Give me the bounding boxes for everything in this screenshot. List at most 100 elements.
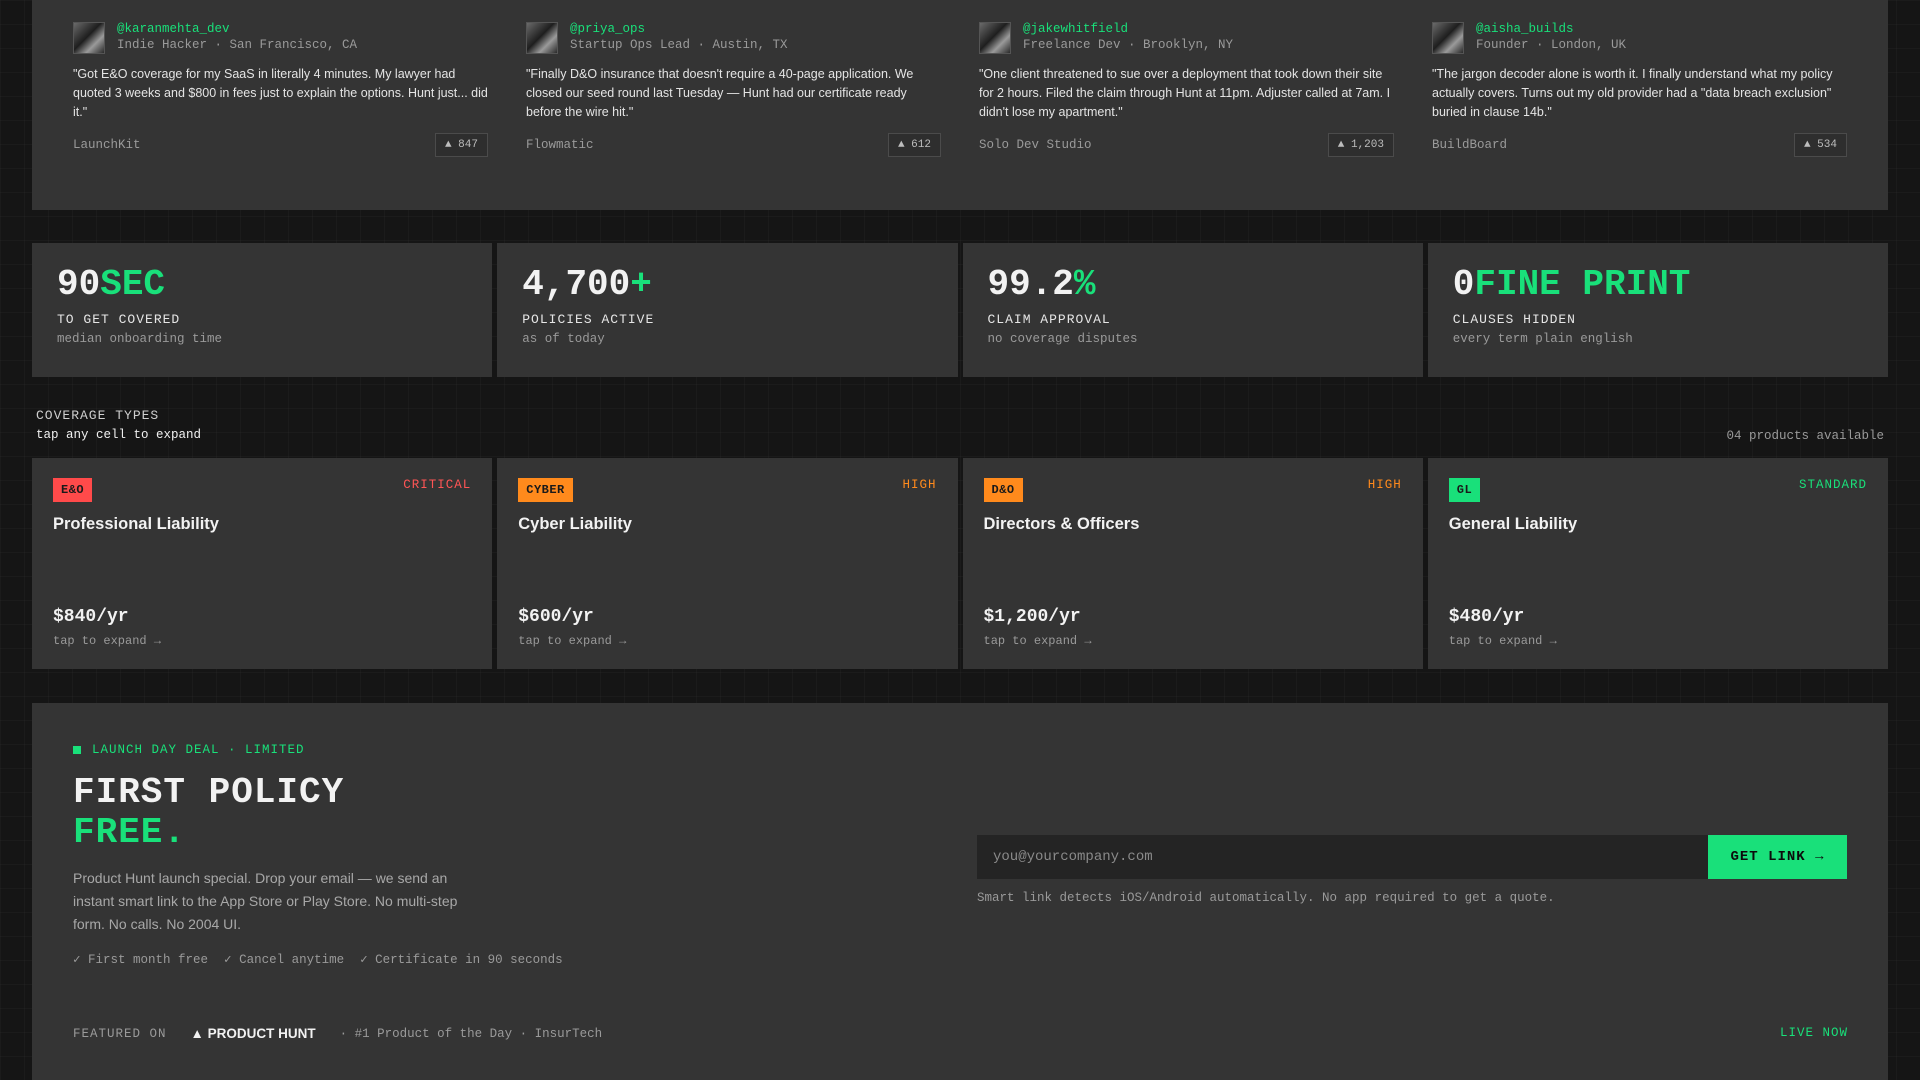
stat-card: 0FINE PRINT CLAUSES HIDDEN every term pl… xyxy=(1427,243,1888,377)
stat-number: 90 xyxy=(57,264,101,305)
expand-link[interactable]: tap to expand → xyxy=(984,634,1092,648)
featured-label: FEATURED ON xyxy=(73,1026,167,1041)
testimonial-company: Flowmatic xyxy=(526,138,594,152)
testimonial-handle[interactable]: @jakewhitfield xyxy=(1023,22,1233,37)
coverage-badge: CYBER xyxy=(518,478,573,502)
coverage-price: $840/yr xyxy=(53,607,129,627)
upvote-count[interactable]: ▲ 612 xyxy=(887,133,941,157)
coverage-name: Cyber Liability xyxy=(518,515,632,533)
deal-tag: LAUNCH DAY DEAL · LIMITED xyxy=(73,743,305,757)
expand-link[interactable]: tap to expand → xyxy=(1449,634,1557,648)
stat-accent: % xyxy=(1073,264,1096,305)
upvote-count[interactable]: ▲ 534 xyxy=(1793,133,1847,157)
cta-description: Product Hunt launch special. Drop your e… xyxy=(73,870,458,932)
headline-line-1: FIRST POLICY xyxy=(73,772,345,813)
testimonial-role: Startup Ops Lead · Austin, TX xyxy=(570,38,788,52)
testimonial-company: BuildBoard xyxy=(1432,138,1508,152)
coverage-badge: D&O xyxy=(983,478,1023,502)
risk-level: HIGH xyxy=(1367,478,1402,492)
stat-value: 0FINE PRINT xyxy=(1453,263,1863,307)
smart-link-note: Smart link detects iOS/Android automatic… xyxy=(977,891,1555,905)
coverage-badge: E&O xyxy=(53,478,93,502)
upvote-count[interactable]: ▲ 847 xyxy=(434,133,488,157)
headline-line-2: FREE. xyxy=(73,812,187,853)
avatar xyxy=(526,22,558,54)
benefit-item: ✓ Certificate in 90 seconds xyxy=(360,953,563,967)
expand-link[interactable]: tap to expand → xyxy=(53,634,161,648)
stats-section: 90SEC TO GET COVERED median onboarding t… xyxy=(32,243,1888,377)
testimonial-quote: "The jargon decoder alone is worth it. I… xyxy=(1432,67,1833,119)
risk-level: STANDARD xyxy=(1798,478,1867,492)
cta-headline: FIRST POLICY FREE. xyxy=(73,773,344,853)
product-hunt-link[interactable]: ▲ PRODUCT HUNT xyxy=(191,1026,316,1041)
testimonial-handle[interactable]: @priya_ops xyxy=(570,22,788,37)
upvote-count[interactable]: ▲ 1,203 xyxy=(1327,133,1394,157)
stat-card: 4,700+ POLICIES ACTIVE as of today xyxy=(497,243,958,377)
featured-row: FEATURED ON ▲ PRODUCT HUNT · #1 Product … xyxy=(73,1026,602,1041)
benefit-item: ✓ Cancel anytime xyxy=(224,953,345,967)
email-form: GET LINK → xyxy=(977,835,1847,879)
expand-link[interactable]: tap to expand → xyxy=(518,634,626,648)
stat-subtext: as of today xyxy=(522,332,605,346)
testimonial-card: @aisha_builds Founder · London, UK "The … xyxy=(1432,22,1847,192)
testimonial-handle[interactable]: @aisha_builds xyxy=(1476,22,1626,37)
testimonial-quote: "Got E&O coverage for my SaaS in literal… xyxy=(73,67,488,119)
testimonial-quote: "One client threatened to sue over a dep… xyxy=(979,67,1391,119)
testimonial-quote: "Finally D&O insurance that doesn't requ… xyxy=(526,67,914,119)
avatar xyxy=(979,22,1011,54)
coverage-title: COVERAGE TYPES xyxy=(36,408,160,423)
stat-subtext: every term plain english xyxy=(1452,332,1633,346)
stat-card: 90SEC TO GET COVERED median onboarding t… xyxy=(32,243,493,377)
coverage-price: $1,200/yr xyxy=(983,607,1081,627)
stat-card: 99.2% CLAIM APPROVAL no coverage dispute… xyxy=(962,243,1423,377)
testimonial-role: Indie Hacker · San Francisco, CA xyxy=(117,38,358,52)
product-hunt-meta: · #1 Product of the Day · InsurTech xyxy=(339,1026,603,1041)
coverage-price: $480/yr xyxy=(1448,607,1525,627)
coverage-name: Professional Liability xyxy=(53,515,219,533)
coverage-card-eo[interactable]: E&O CRITICAL Professional Liability $840… xyxy=(32,458,493,669)
stat-subtext: median onboarding time xyxy=(57,332,223,346)
testimonials-section: @karanmehta_dev Indie Hacker · San Franc… xyxy=(32,0,1888,210)
stat-number: 0 xyxy=(1452,264,1475,305)
stat-label: CLAUSES HIDDEN xyxy=(1452,312,1576,327)
launch-cta-section: LAUNCH DAY DEAL · LIMITED FIRST POLICY F… xyxy=(32,703,1888,1080)
stat-label: CLAIM APPROVAL xyxy=(987,312,1111,327)
stat-accent: SEC xyxy=(100,264,166,305)
coverage-name: General Liability xyxy=(1448,515,1578,533)
risk-level: CRITICAL xyxy=(403,478,472,492)
stat-label: POLICIES ACTIVE xyxy=(522,312,655,327)
coverage-card-do[interactable]: D&O HIGH Directors & Officers $1,200/yr … xyxy=(962,458,1423,669)
status-dot-icon xyxy=(73,746,81,754)
stat-accent: FINE PRINT xyxy=(1474,264,1691,305)
get-link-button[interactable]: GET LINK → xyxy=(1708,835,1847,879)
stat-number: 4,700 xyxy=(522,264,631,305)
stat-label: TO GET COVERED xyxy=(57,312,181,327)
coverage-card-cyber[interactable]: CYBER HIGH Cyber Liability $600/yr tap t… xyxy=(497,458,958,669)
email-input[interactable] xyxy=(977,835,1708,879)
stat-accent: + xyxy=(630,264,652,305)
coverage-header: COVERAGE TYPES tap any cell to expand 04… xyxy=(36,408,1884,443)
stat-value: 99.2% xyxy=(988,263,1398,307)
testimonial-role: Freelance Dev · Brooklyn, NY xyxy=(1023,38,1234,52)
testimonial-company: Solo Dev Studio xyxy=(979,138,1092,152)
testimonial-role: Founder · London, UK xyxy=(1476,38,1627,52)
avatar xyxy=(73,22,105,54)
benefit-item: ✓ First month free xyxy=(73,953,209,967)
stat-number: 99.2 xyxy=(987,264,1074,305)
benefits-list: ✓ First month free ✓ Cancel anytime ✓ Ce… xyxy=(73,951,563,967)
deal-label: LAUNCH DAY DEAL · LIMITED xyxy=(92,743,305,757)
coverage-count: 04 products available xyxy=(1726,429,1884,443)
testimonial-card: @karanmehta_dev Indie Hacker · San Franc… xyxy=(73,22,488,192)
stat-value: 4,700+ xyxy=(522,263,932,307)
coverage-card-gl[interactable]: GL STANDARD General Liability $480/yr ta… xyxy=(1427,458,1888,669)
coverage-grid: E&O CRITICAL Professional Liability $840… xyxy=(32,458,1888,669)
coverage-name: Directors & Officers xyxy=(983,515,1140,533)
coverage-price: $600/yr xyxy=(518,607,594,627)
testimonial-card: @priya_ops Startup Ops Lead · Austin, TX… xyxy=(526,22,941,192)
testimonial-card: @jakewhitfield Freelance Dev · Brooklyn,… xyxy=(979,22,1394,192)
live-status: LIVE NOW xyxy=(1779,1026,1848,1040)
coverage-subtitle: tap any cell to expand xyxy=(36,428,202,442)
risk-level: HIGH xyxy=(902,478,937,492)
testimonial-handle[interactable]: @karanmehta_dev xyxy=(117,22,357,37)
stat-value: 90SEC xyxy=(57,263,467,307)
